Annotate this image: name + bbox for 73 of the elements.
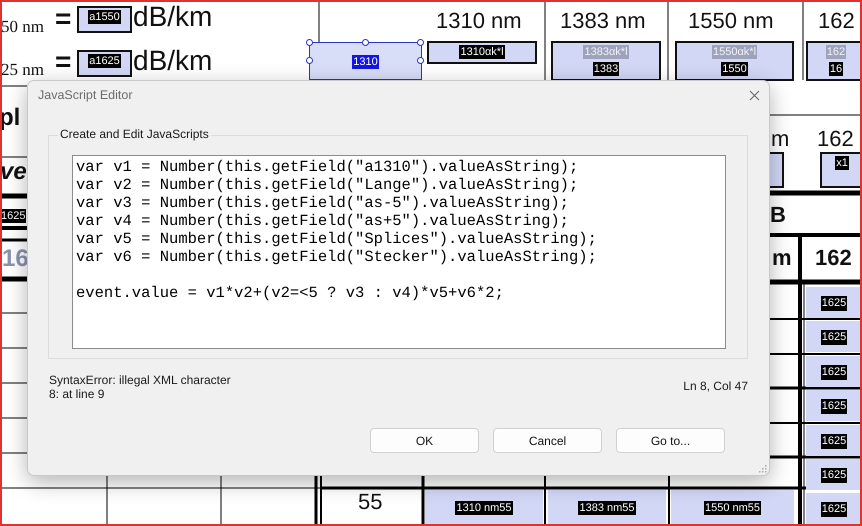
page-label: ve [0, 158, 27, 186]
page-label: 1383 nm [560, 8, 646, 34]
field-name-tag: 1625 [820, 399, 848, 414]
resize-handle[interactable] [417, 57, 424, 64]
resize-handle[interactable] [362, 39, 368, 46]
field-name-tag: 1550αk*l [712, 45, 758, 60]
field-name-tag: 16 [828, 62, 844, 76]
form-field[interactable]: 1625 [806, 493, 862, 524]
page-label: B [770, 202, 786, 228]
field-name-tag: 1550 nm55 [704, 500, 762, 516]
dialog-title: JavaScript Editor [38, 88, 132, 102]
form-field[interactable]: 162 16 [806, 41, 862, 81]
field-name-tag: 1383 nm55 [578, 500, 636, 516]
page-label: = [55, 3, 72, 35]
resize-handle[interactable] [306, 57, 313, 64]
page-label: dB/km [133, 45, 212, 77]
field-name-tag: a1550 [88, 10, 121, 24]
field-name-tag: 1625 [820, 434, 848, 449]
field-name-tag: 1550 [721, 62, 748, 76]
form-field[interactable]: 1625 [806, 287, 862, 318]
field-name-tag: 1625 [820, 468, 848, 483]
form-field[interactable]: a1550 [77, 6, 132, 33]
page-label: m [771, 126, 790, 152]
cursor-position: Ln 8, Col 47 [683, 379, 748, 393]
field-name-tag: 1383 [592, 62, 620, 76]
field-name-tag: 1310 nm55 [455, 500, 513, 516]
page-label: dB/km [133, 1, 212, 33]
field-name-tag: 1625 [820, 330, 848, 345]
close-icon[interactable] [749, 90, 760, 100]
resize-handle[interactable] [417, 39, 424, 46]
dialog-button[interactable]: OK [370, 428, 479, 453]
field-name-tag: 1383αk*l [583, 45, 629, 60]
form-field[interactable]: 1625 [806, 459, 862, 490]
resize-grip-icon[interactable] [758, 464, 767, 473]
dialog-button[interactable]: Go to... [616, 428, 725, 453]
field-name-tag: 1625 [820, 365, 848, 380]
field-name-tag: 1310αk*l [459, 45, 505, 60]
form-field[interactable]: 1625 [806, 356, 862, 387]
error-message: SyntaxError: illegal XML character 8: at line 9 [49, 373, 231, 401]
page-label: 55 [358, 489, 382, 515]
field-name-tag: 1625 [0, 209, 26, 224]
resize-handle[interactable] [306, 39, 313, 46]
form-field[interactable]: 1550αk*l 1550 [675, 41, 794, 81]
page-label: 162 [818, 8, 855, 34]
page-label: 50 nm [1, 17, 44, 37]
form-field[interactable]: 1310 nm55 [425, 490, 543, 524]
form-field[interactable]: a1625 [77, 50, 132, 77]
form-field[interactable]: 1310 [309, 42, 422, 80]
dialog-button[interactable]: Cancel [493, 428, 602, 453]
code-editor[interactable]: var v1 = Number(this.getField("a1310").valueAsString); var v2 = Number(this.getField("Lange").valueAsString); var v3 = Number(this.getField("as-5").valueAsString); var v4 = Number(this.getField("as+5").valueAsString); var v5 = Number(this.getField("Splices").valueAsString); var v6 = Number(this.getField("Stecker").valueAsString); event.value = v1*v2+(v2=<5 ? v3 : v4)*v5+v6*2; [72, 155, 726, 349]
form-field[interactable]: 1383αk*l 1383 [551, 41, 661, 81]
form-field[interactable]: 1625 [806, 425, 862, 456]
form-field[interactable]: 1383 nm55 [548, 490, 666, 524]
form-field[interactable]: 1550 nm55 [671, 490, 794, 524]
form-field[interactable]: 1310αk*l [427, 41, 537, 64]
group-label: Create and Edit JavaScripts [58, 127, 211, 141]
page-label: 25 nm [1, 60, 44, 80]
form-field[interactable]: 1625 [806, 390, 862, 421]
page-label: 162 [817, 126, 854, 152]
field-name-tag: 1310 [352, 54, 379, 70]
page-label: = [55, 46, 72, 78]
form-field[interactable]: x1 [820, 152, 862, 188]
page-label: 16 [2, 245, 29, 273]
field-name-tag: x1 [835, 156, 849, 170]
field-name-tag: 1625 [820, 502, 848, 517]
page-label: m [772, 245, 792, 271]
page-label: 162 [815, 245, 852, 271]
page-label: 1310 nm [436, 8, 522, 34]
page-label: 1550 nm [688, 8, 774, 34]
field-name-tag: 1625 [820, 296, 848, 311]
field-name-tag: 162 [826, 45, 846, 60]
field-name-tag: a1625 [88, 54, 121, 68]
form-field[interactable]: 1625 [806, 321, 862, 352]
